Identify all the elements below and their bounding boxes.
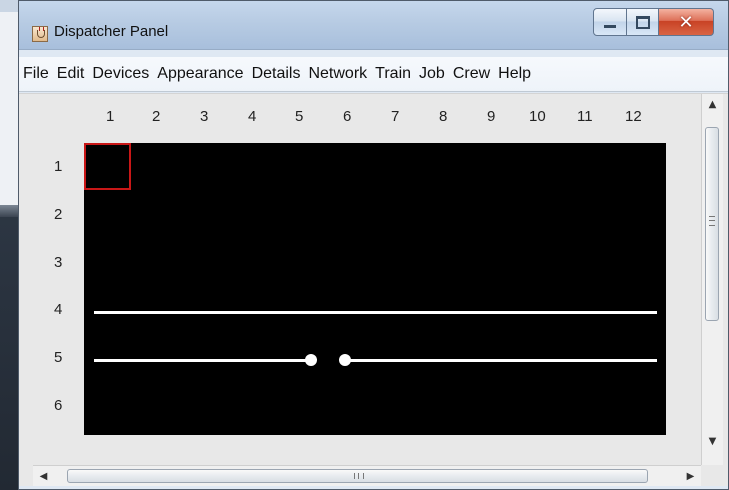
- row-header-1: 1: [54, 158, 63, 175]
- column-header-8: 8: [439, 108, 448, 125]
- column-header-6: 6: [343, 108, 352, 125]
- horizontal-scrollbar[interactable]: ◀ ▶: [33, 465, 701, 486]
- column-header-12: 12: [625, 108, 642, 125]
- menu-network[interactable]: Network: [308, 65, 367, 83]
- minimize-button[interactable]: [593, 8, 627, 36]
- track-line-row-5-left[interactable]: [94, 359, 306, 362]
- column-header-5: 5: [295, 108, 304, 125]
- column-header-11: 11: [577, 108, 593, 125]
- menu-bar: File Edit Devices Appearance Details Net…: [19, 57, 728, 92]
- menu-crew[interactable]: Crew: [453, 65, 490, 83]
- vertical-scroll-thumb[interactable]: [705, 127, 719, 321]
- row-header-2: 2: [54, 206, 63, 223]
- close-icon: ✕: [678, 11, 694, 33]
- menu-file[interactable]: File: [23, 65, 49, 83]
- vertical-scroll-grip: [709, 216, 715, 226]
- selected-grid-cell[interactable]: [84, 143, 131, 190]
- horizontal-scroll-thumb[interactable]: [67, 469, 648, 483]
- chevron-left-icon[interactable]: ◀: [33, 466, 54, 486]
- title-bar[interactable]: Dispatcher Panel ✕: [19, 1, 728, 50]
- menu-details[interactable]: Details: [252, 65, 301, 83]
- menu-job[interactable]: Job: [419, 65, 445, 83]
- menu-devices[interactable]: Devices: [92, 65, 149, 83]
- dispatcher-panel-window: Dispatcher Panel ✕ File Edit Devices App…: [18, 0, 729, 490]
- chevron-down-icon[interactable]: ▼: [702, 431, 723, 452]
- track-node-left[interactable]: [305, 354, 317, 366]
- row-header-4: 4: [54, 301, 63, 318]
- column-header-4: 4: [248, 108, 257, 125]
- close-button[interactable]: ✕: [659, 8, 714, 36]
- menu-edit[interactable]: Edit: [57, 65, 85, 83]
- maximize-icon: [627, 9, 658, 35]
- row-header-3: 3: [54, 254, 63, 271]
- vertical-scrollbar[interactable]: ▲ ▼: [701, 94, 723, 465]
- java-app-icon[interactable]: [32, 26, 48, 42]
- chevron-up-icon[interactable]: ▲: [702, 94, 723, 115]
- column-header-9: 9: [487, 108, 496, 125]
- track-line-row-4[interactable]: [94, 311, 657, 314]
- horizontal-scroll-grip: [354, 473, 364, 479]
- dispatcher-grid-area: 1 2 3 4 5 6 7 8 9 10 11 12 1 2 3 4 5 6 ▲…: [19, 93, 728, 486]
- menu-train[interactable]: Train: [375, 65, 411, 83]
- column-header-10: 10: [529, 108, 546, 125]
- desktop-background: Dispatcher Panel ✕ File Edit Devices App…: [0, 0, 729, 490]
- minimize-icon: [594, 9, 626, 35]
- scrollbar-corner: [701, 465, 722, 486]
- column-header-1: 1: [106, 108, 115, 125]
- track-diagram-canvas[interactable]: [84, 143, 666, 435]
- menu-appearance[interactable]: Appearance: [157, 65, 243, 83]
- row-header-6: 6: [54, 397, 63, 414]
- window-controls: ✕: [593, 8, 714, 36]
- column-header-3: 3: [200, 108, 209, 125]
- menu-help[interactable]: Help: [498, 65, 531, 83]
- window-title: Dispatcher Panel: [54, 23, 169, 40]
- column-header-7: 7: [391, 108, 400, 125]
- row-header-5: 5: [54, 349, 63, 366]
- chevron-right-icon[interactable]: ▶: [680, 466, 701, 486]
- column-header-2: 2: [152, 108, 161, 125]
- maximize-button[interactable]: [627, 8, 659, 36]
- track-line-row-5-right[interactable]: [350, 359, 657, 362]
